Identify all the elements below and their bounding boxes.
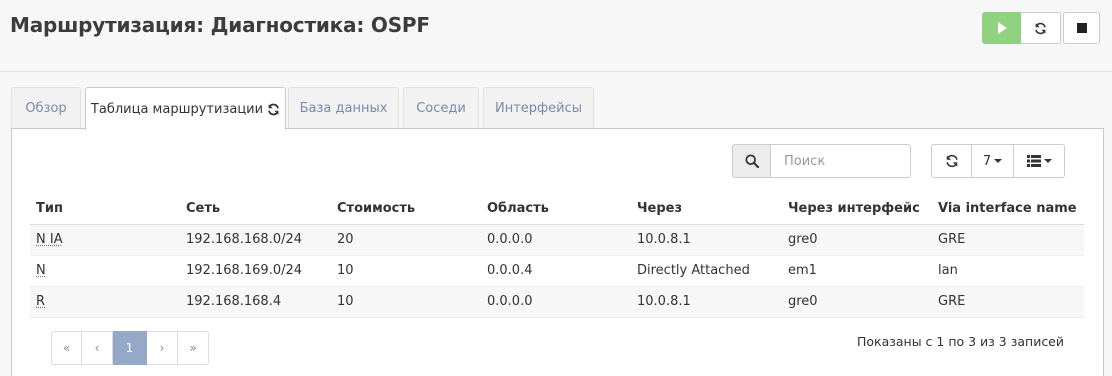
columns-dropdown[interactable]	[1014, 144, 1065, 178]
tab-label: Соседи	[416, 101, 466, 116]
search-icon	[744, 154, 759, 168]
pagination-last-button[interactable]: »	[178, 331, 209, 365]
column-header-via-interface[interactable]: Через интерфейс	[782, 194, 932, 225]
caret-down-icon	[1043, 159, 1052, 163]
pagination: « ‹ 1 › »	[51, 331, 209, 365]
cell-network: 192.168.168.4	[180, 286, 331, 318]
table-row: N IA 192.168.168.0/24 20 0.0.0.0 10.0.8.…	[30, 224, 1084, 256]
refresh-icon	[268, 103, 279, 115]
column-header-area[interactable]: Область	[481, 194, 631, 225]
table-row: N 192.168.169.0/24 10 0.0.0.4 Directly A…	[30, 255, 1084, 287]
search-group	[732, 144, 911, 178]
cell-via: 10.0.8.1	[631, 224, 782, 256]
cell-via-interface-name: GRE	[932, 224, 1084, 256]
page-header: Маршрутизация: Диагностика: OSPF	[0, 0, 1112, 72]
pagination-prev-button[interactable]: ‹	[82, 331, 113, 365]
table-row: R 192.168.168.4 10 0.0.0.0 10.0.8.1 gre0…	[30, 286, 1084, 318]
cell-via-interface: em1	[782, 255, 932, 287]
cell-area: 0.0.0.4	[481, 255, 631, 287]
pagination-page-1[interactable]: 1	[113, 331, 147, 365]
search-icon-addon	[732, 144, 771, 178]
column-header-type[interactable]: Тип	[30, 194, 180, 225]
tab-database[interactable]: База данных	[288, 87, 399, 129]
rows-per-page-value: 7	[982, 153, 992, 169]
tab-label: Интерфейсы	[494, 101, 583, 116]
cell-type: N IA	[30, 224, 180, 256]
column-header-via[interactable]: Через	[631, 194, 782, 225]
routing-table: Тип Сеть Стоимость Область Через Через и…	[30, 194, 1084, 318]
pagination-first-button[interactable]: «	[51, 331, 82, 365]
cell-via-interface-name: GRE	[932, 286, 1084, 318]
route-type-abbr[interactable]: N IA	[36, 232, 63, 247]
cell-via: 10.0.8.1	[631, 286, 782, 318]
route-type-abbr[interactable]: R	[36, 294, 45, 309]
tab-label: Таблица маршрутизации	[90, 101, 264, 117]
rows-per-page-dropdown[interactable]: 7	[972, 144, 1014, 178]
tab-routing-table[interactable]: Таблица маршрутизации	[85, 87, 286, 130]
refresh-icon	[945, 154, 958, 168]
cell-area: 0.0.0.0	[481, 286, 631, 318]
page-title: Маршрутизация: Диагностика: OSPF	[10, 13, 430, 37]
column-header-via-interface-name[interactable]: Via interface name	[932, 194, 1084, 225]
cell-type: N	[30, 255, 180, 287]
route-type-abbr[interactable]: N	[36, 263, 46, 278]
cell-network: 192.168.169.0/24	[180, 255, 331, 287]
tab-overview[interactable]: Обзор	[11, 87, 81, 129]
cell-via: Directly Attached	[631, 255, 782, 287]
table-toolbar: 7	[931, 144, 1065, 178]
tab-interfaces[interactable]: Интерфейсы	[483, 87, 594, 129]
refresh-button[interactable]	[931, 144, 972, 178]
cell-network: 192.168.168.0/24	[180, 224, 331, 256]
column-header-network[interactable]: Сеть	[180, 194, 331, 225]
cell-via-interface-name: lan	[932, 255, 1084, 287]
play-icon	[997, 22, 1007, 34]
pagination-info: Показаны с 1 по 3 из 3 записей	[856, 334, 1064, 349]
tab-label: База данных	[299, 101, 388, 116]
cell-type: R	[30, 286, 180, 318]
cell-via-interface: gre0	[782, 224, 932, 256]
caret-down-icon	[994, 159, 1003, 163]
column-header-cost[interactable]: Стоимость	[331, 194, 481, 225]
table-header-row: Тип Сеть Стоимость Область Через Через и…	[30, 194, 1084, 225]
tab-neighbors[interactable]: Соседи	[403, 87, 479, 129]
play-button[interactable]	[982, 12, 1021, 44]
cell-area: 0.0.0.0	[481, 224, 631, 256]
search-input[interactable]	[771, 144, 911, 178]
tab-label: Обзор	[25, 101, 67, 116]
stop-button[interactable]	[1063, 12, 1100, 44]
stop-icon	[1076, 23, 1087, 33]
list-icon	[1026, 155, 1041, 167]
cell-cost: 20	[331, 224, 481, 256]
restart-button[interactable]	[1021, 12, 1061, 44]
cell-via-interface: gre0	[782, 286, 932, 318]
cell-cost: 10	[331, 255, 481, 287]
pagination-next-button[interactable]: ›	[147, 331, 178, 365]
refresh-icon	[1035, 22, 1046, 34]
cell-cost: 10	[331, 286, 481, 318]
